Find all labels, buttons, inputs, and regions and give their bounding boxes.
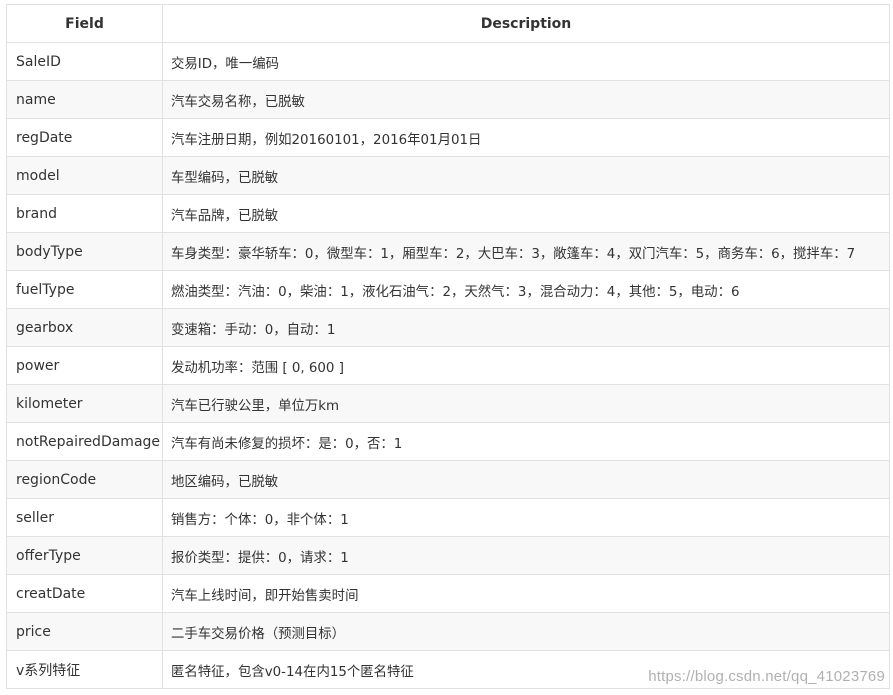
field-cell: fuelType [6, 270, 163, 309]
field-cell: offerType [6, 536, 163, 575]
table-row: fuelType 燃油类型：汽油：0，柴油：1，液化石油气：2，天然气：3，混合… [6, 270, 890, 309]
table-row: gearbox 变速箱：手动：0，自动：1 [6, 308, 890, 347]
description-cell: 汽车品牌，已脱敏 [162, 194, 890, 233]
description-cell: 发动机功率：范围 [ 0, 600 ] [162, 346, 890, 385]
table-row: price 二手车交易价格（预测目标） [6, 612, 890, 651]
field-cell: regDate [6, 118, 163, 157]
field-cell: model [6, 156, 163, 195]
table-row: bodyType 车身类型：豪华轿车：0，微型车：1，厢型车：2，大巴车：3，敞… [6, 232, 890, 271]
table-row: seller 销售方：个体：0，非个体：1 [6, 498, 890, 537]
field-cell: SaleID [6, 42, 163, 81]
field-cell: v系列特征 [6, 650, 163, 689]
table-row: offerType 报价类型：提供：0，请求：1 [6, 536, 890, 575]
description-cell: 汽车上线时间，即开始售卖时间 [162, 574, 890, 613]
table-header-row: Field Description [6, 4, 890, 43]
description-cell: 汽车已行驶公里，单位万km [162, 384, 890, 423]
field-cell: bodyType [6, 232, 163, 271]
table-row: power 发动机功率：范围 [ 0, 600 ] [6, 346, 890, 385]
field-cell: gearbox [6, 308, 163, 347]
table-row: regDate 汽车注册日期，例如20160101，2016年01月01日 [6, 118, 890, 157]
description-cell: 车型编码，已脱敏 [162, 156, 890, 195]
field-cell: brand [6, 194, 163, 233]
description-cell: 报价类型：提供：0，请求：1 [162, 536, 890, 575]
field-cell: price [6, 612, 163, 651]
description-cell: 车身类型：豪华轿车：0，微型车：1，厢型车：2，大巴车：3，敞篷车：4，双门汽车… [162, 232, 890, 271]
table-row: regionCode 地区编码，已脱敏 [6, 460, 890, 499]
description-cell: 汽车交易名称，已脱敏 [162, 80, 890, 119]
field-cell: notRepairedDamage [6, 422, 163, 461]
field-column-header: Field [6, 4, 163, 43]
table-row: model 车型编码，已脱敏 [6, 156, 890, 195]
description-cell: 汽车注册日期，例如20160101，2016年01月01日 [162, 118, 890, 157]
description-cell: 地区编码，已脱敏 [162, 460, 890, 499]
field-cell: creatDate [6, 574, 163, 613]
field-cell: name [6, 80, 163, 119]
description-cell: 汽车有尚未修复的损坏：是：0，否：1 [162, 422, 890, 461]
field-cell: power [6, 346, 163, 385]
description-cell: 燃油类型：汽油：0，柴油：1，液化石油气：2，天然气：3，混合动力：4，其他：5… [162, 270, 890, 309]
description-cell: 交易ID，唯一编码 [162, 42, 890, 81]
table-row: brand 汽车品牌，已脱敏 [6, 194, 890, 233]
description-cell: 销售方：个体：0，非个体：1 [162, 498, 890, 537]
field-cell: kilometer [6, 384, 163, 423]
table-row: SaleID 交易ID，唯一编码 [6, 42, 890, 81]
field-cell: regionCode [6, 460, 163, 499]
table-row: name 汽车交易名称，已脱敏 [6, 80, 890, 119]
field-description-table: Field Description SaleID 交易ID，唯一编码 name … [6, 4, 890, 689]
table-row: notRepairedDamage 汽车有尚未修复的损坏：是：0，否：1 [6, 422, 890, 461]
description-column-header: Description [162, 4, 890, 43]
table-row: kilometer 汽车已行驶公里，单位万km [6, 384, 890, 423]
description-cell: 变速箱：手动：0，自动：1 [162, 308, 890, 347]
source-watermark: https://blog.csdn.net/qq_41023769 [648, 668, 885, 685]
field-cell: seller [6, 498, 163, 537]
table-row: creatDate 汽车上线时间，即开始售卖时间 [6, 574, 890, 613]
description-cell: 二手车交易价格（预测目标） [162, 612, 890, 651]
